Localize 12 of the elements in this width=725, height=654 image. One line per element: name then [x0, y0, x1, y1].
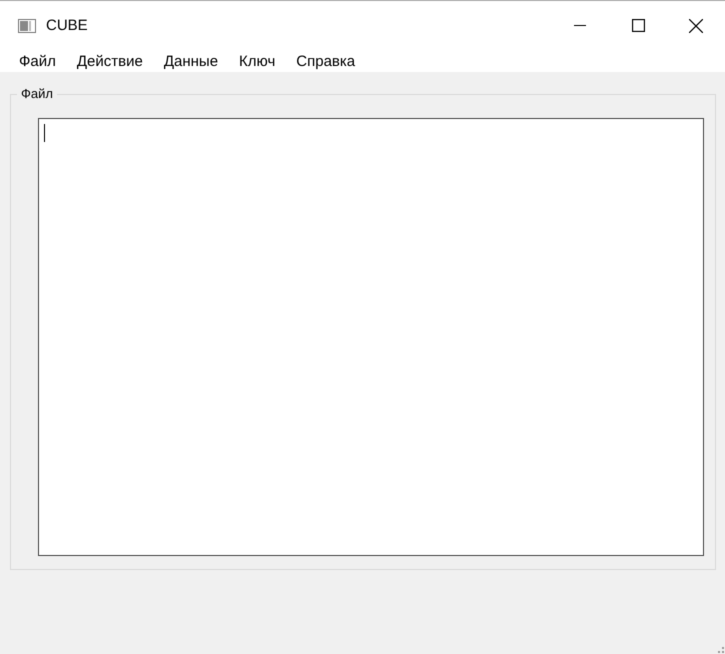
close-icon: [689, 18, 703, 32]
minimize-icon: [574, 25, 586, 26]
window-title: CUBE: [46, 17, 89, 34]
group-title: Файл: [17, 86, 57, 101]
menu-item[interactable]: Справка: [289, 50, 362, 72]
app-icon: [18, 18, 36, 32]
maximize-icon: [632, 19, 644, 32]
resize-grip-icon[interactable]: [718, 647, 724, 653]
menu-item[interactable]: Данные: [156, 50, 226, 72]
menu-item[interactable]: Файл: [12, 50, 63, 72]
menu-item[interactable]: Ключ: [232, 50, 282, 72]
menu-item[interactable]: Действие: [70, 50, 150, 72]
